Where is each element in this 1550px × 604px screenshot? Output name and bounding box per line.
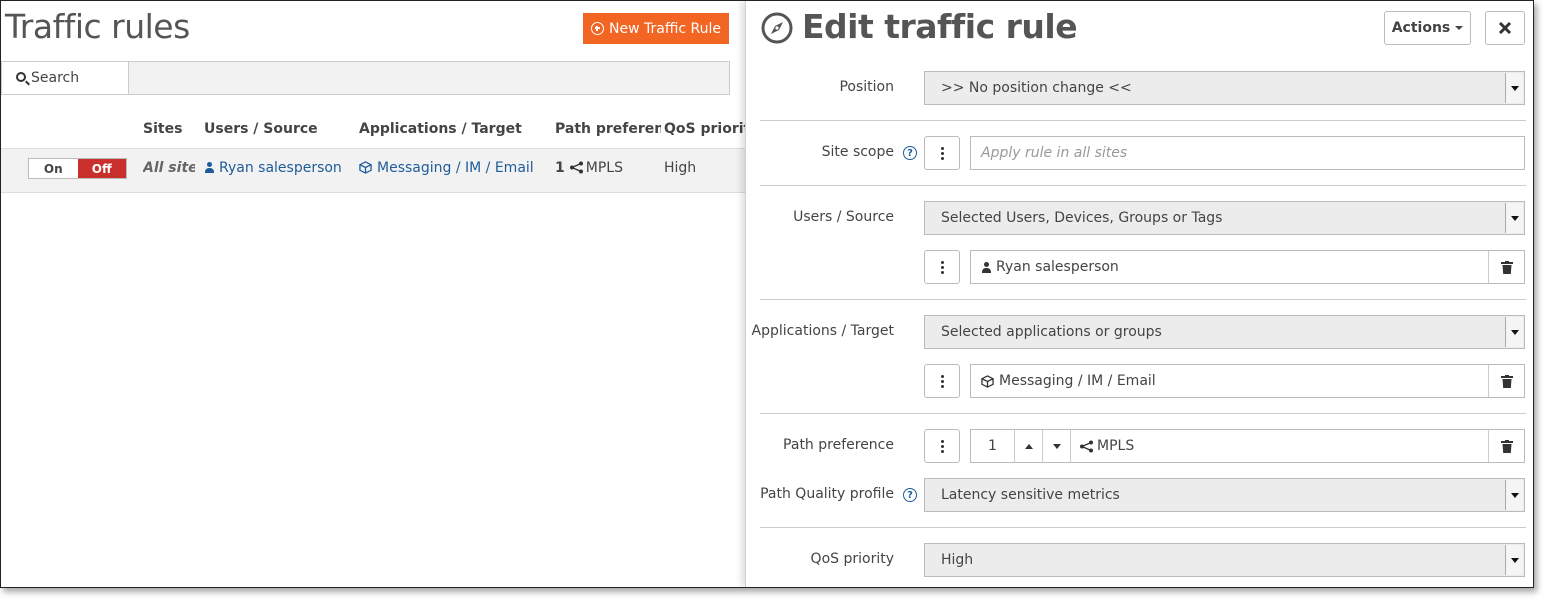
app-window: Traffic rules New Traffic Rule Search Si… xyxy=(0,0,1534,588)
remove-path-button[interactable] xyxy=(1488,430,1524,462)
person-icon xyxy=(204,162,215,173)
cell-path-name: MPLS xyxy=(585,160,623,176)
users-source-value: Selected Users, Devices, Groups or Tags xyxy=(941,210,1223,226)
cell-users-label: Ryan salesperson xyxy=(219,160,342,176)
path-quality-select[interactable]: Latency sensitive metrics xyxy=(924,478,1525,512)
path-rank-value[interactable]: 1 xyxy=(971,430,1015,462)
search-label: Search xyxy=(31,70,80,86)
column-header-path-preference[interactable]: Path preference xyxy=(555,121,661,137)
new-traffic-rule-label: New Traffic Rule xyxy=(609,20,721,37)
compass-icon xyxy=(761,12,793,44)
actions-label: Actions xyxy=(1391,20,1451,36)
qos-priority-value: High xyxy=(941,552,974,568)
share-icon xyxy=(569,161,583,174)
position-label: Position xyxy=(839,79,894,95)
site-scope-menu-button[interactable] xyxy=(924,136,960,170)
help-icon[interactable]: ? xyxy=(903,488,917,502)
chevron-down-icon xyxy=(1505,545,1523,575)
person-icon xyxy=(981,261,992,273)
users-source-label: Users / Source xyxy=(793,209,894,225)
table-header: Sites Users / Source Applications / Targ… xyxy=(1,111,745,149)
chevron-down-icon xyxy=(1505,203,1523,233)
path-preference-row: 1 MPLS xyxy=(970,429,1525,463)
close-button[interactable] xyxy=(1485,11,1525,45)
toggle-on[interactable]: On xyxy=(29,159,78,178)
close-icon xyxy=(1498,21,1512,35)
cell-users[interactable]: Ryan salesperson xyxy=(204,160,342,176)
column-header-applications[interactable]: Applications / Target xyxy=(359,121,522,137)
divider xyxy=(760,527,1526,528)
path-name: MPLS xyxy=(1079,438,1134,454)
column-header-sites[interactable]: Sites xyxy=(143,121,182,137)
arrow-up-icon xyxy=(1024,443,1033,449)
arrow-down-icon xyxy=(1052,443,1061,449)
cell-sites: All sites xyxy=(143,160,195,176)
path-name-label: MPLS xyxy=(1097,438,1135,454)
plus-circle-icon xyxy=(591,22,604,35)
qos-priority-label: QoS priority xyxy=(810,551,894,567)
divider xyxy=(760,185,1526,186)
search-icon xyxy=(16,72,26,82)
chevron-down-icon xyxy=(1505,317,1523,347)
cell-applications[interactable]: Messaging / IM / Email xyxy=(359,160,534,176)
applications-item-menu-button[interactable] xyxy=(924,364,960,398)
new-traffic-rule-button[interactable]: New Traffic Rule xyxy=(583,13,729,44)
site-scope-label: Site scope xyxy=(821,144,894,160)
table-row[interactable]: On Off All sites Ryan salesperson Messag… xyxy=(1,149,745,193)
search-input[interactable] xyxy=(128,61,730,95)
chevron-down-icon xyxy=(1505,480,1523,510)
remove-application-button[interactable] xyxy=(1488,365,1524,397)
caret-down-icon xyxy=(1455,26,1464,30)
users-item-label: Ryan salesperson xyxy=(996,259,1119,275)
search-bar: Search xyxy=(1,61,730,95)
edit-panel-title: Edit traffic rule xyxy=(802,7,1078,46)
position-select[interactable]: >> No position change << xyxy=(924,71,1525,105)
rank-down-button[interactable] xyxy=(1043,430,1071,462)
traffic-rules-list: Traffic rules New Traffic Rule Search Si… xyxy=(1,1,745,587)
users-source-select[interactable]: Selected Users, Devices, Groups or Tags xyxy=(924,201,1525,235)
divider xyxy=(760,120,1526,121)
rank-up-button[interactable] xyxy=(1015,430,1043,462)
path-quality-value: Latency sensitive metrics xyxy=(941,487,1120,503)
divider xyxy=(760,413,1526,414)
users-item-menu-button[interactable] xyxy=(924,250,960,284)
cell-path-preference: 1 MPLS xyxy=(555,160,623,176)
help-icon[interactable]: ? xyxy=(903,146,917,160)
cell-qos: High xyxy=(664,160,697,176)
path-preference-label: Path preference xyxy=(783,437,894,453)
trash-icon xyxy=(1500,374,1513,388)
column-header-users[interactable]: Users / Source xyxy=(204,121,318,137)
applications-target-label: Applications / Target xyxy=(751,323,894,339)
applications-item-label: Messaging / IM / Email xyxy=(999,373,1156,389)
chevron-down-icon xyxy=(1505,73,1523,103)
site-scope-input[interactable]: Apply rule in all sites xyxy=(970,136,1525,170)
search-button[interactable]: Search xyxy=(1,61,129,95)
applications-item: Messaging / IM / Email xyxy=(970,364,1525,398)
divider xyxy=(760,299,1526,300)
position-value: >> No position change << xyxy=(941,80,1132,96)
trash-icon xyxy=(1500,260,1513,274)
actions-dropdown-button[interactable]: Actions xyxy=(1384,11,1471,45)
qos-priority-select[interactable]: High xyxy=(924,543,1525,577)
cube-icon xyxy=(359,161,372,174)
trash-icon xyxy=(1500,439,1513,453)
cell-path-rank: 1 xyxy=(555,160,565,176)
remove-user-button[interactable] xyxy=(1488,251,1524,283)
path-preference-menu-button[interactable] xyxy=(924,429,960,463)
cell-applications-label: Messaging / IM / Email xyxy=(377,160,534,176)
edit-traffic-rule-panel: Edit traffic rule Actions Position >> No… xyxy=(745,1,1533,587)
users-item: Ryan salesperson xyxy=(970,250,1525,284)
applications-target-select[interactable]: Selected applications or groups xyxy=(924,315,1525,349)
applications-target-value: Selected applications or groups xyxy=(941,324,1162,340)
cube-icon xyxy=(981,374,994,388)
rule-enabled-toggle[interactable]: On Off xyxy=(28,158,127,179)
column-header-qos[interactable]: QoS priority xyxy=(664,121,745,137)
share-icon xyxy=(1080,440,1093,452)
page-title: Traffic rules xyxy=(5,7,190,46)
site-scope-placeholder: Apply rule in all sites xyxy=(981,145,1128,161)
toggle-off[interactable]: Off xyxy=(77,159,126,178)
path-quality-label: Path Quality profile xyxy=(760,486,894,502)
